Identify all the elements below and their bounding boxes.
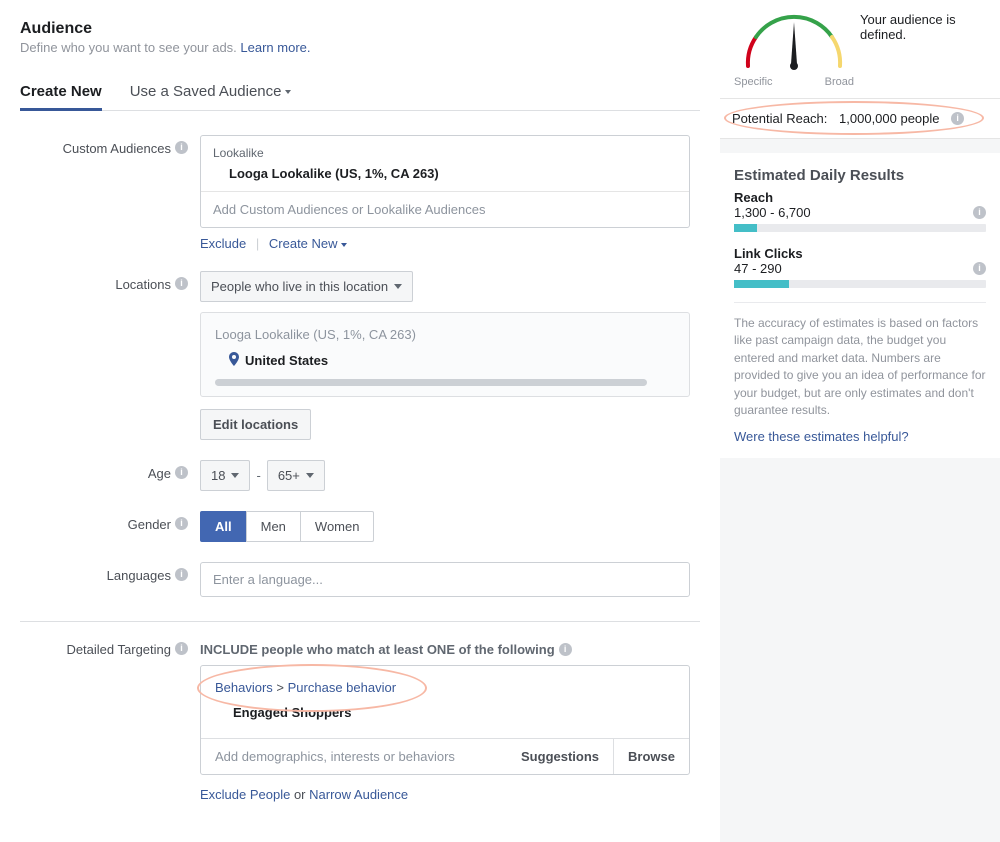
- label-gender: Genderi: [20, 511, 200, 542]
- lookalike-group-label: Lookalike: [213, 146, 677, 160]
- clicks-value: 47 - 290: [734, 261, 782, 276]
- info-icon[interactable]: i: [175, 568, 188, 581]
- label-locations: Locationsi: [20, 271, 200, 440]
- browse-button[interactable]: Browse: [613, 739, 689, 774]
- edr-title: Estimated Daily Results: [734, 167, 986, 184]
- language-input[interactable]: [200, 562, 690, 597]
- locations-box: Looga Lookalike (US, 1%, CA 263) United …: [200, 312, 690, 397]
- info-icon[interactable]: i: [973, 206, 986, 219]
- audience-gauge: [734, 4, 854, 82]
- gender-women[interactable]: Women: [300, 511, 375, 542]
- info-icon[interactable]: i: [175, 517, 188, 530]
- exclude-people-link[interactable]: Exclude People: [200, 787, 290, 802]
- gender-toggle: All Men Women: [200, 511, 690, 542]
- chevron-down-icon: [394, 284, 402, 289]
- reach-value: 1,300 - 6,700: [734, 205, 811, 220]
- audience-defined-text: Your audience is defined.: [860, 12, 986, 42]
- label-custom-audiences: Custom Audiencesi: [20, 135, 200, 251]
- suggestions-button[interactable]: Suggestions: [506, 739, 613, 774]
- estimates-helpful-link[interactable]: Were these estimates helpful?: [734, 429, 986, 444]
- narrow-audience-link[interactable]: Narrow Audience: [309, 787, 408, 802]
- clicks-label: Link Clicks: [734, 246, 986, 261]
- info-icon[interactable]: i: [559, 643, 572, 656]
- side-panel: Specific Broad Your audience is defined.…: [720, 0, 1000, 842]
- potential-reach: Potential Reach: 1,000,000 people i: [720, 99, 1000, 139]
- chevron-down-icon: [231, 473, 239, 478]
- audience-tabs: Create New Use a Saved Audience: [20, 73, 700, 111]
- create-new-link[interactable]: Create New: [269, 236, 347, 251]
- targeting-item[interactable]: Engaged Shoppers: [215, 705, 675, 720]
- clicks-bar: [734, 280, 986, 288]
- info-icon[interactable]: i: [951, 112, 964, 125]
- gender-men[interactable]: Men: [246, 511, 301, 542]
- label-age: Agei: [20, 460, 200, 491]
- estimate-note: The accuracy of estimates is based on fa…: [734, 302, 986, 419]
- chevron-down-icon: [285, 90, 291, 94]
- gender-all[interactable]: All: [200, 511, 247, 542]
- scrollbar-horizontal[interactable]: [215, 379, 647, 386]
- info-icon[interactable]: i: [175, 277, 188, 290]
- info-icon[interactable]: i: [175, 466, 188, 479]
- tab-create-new[interactable]: Create New: [20, 73, 102, 111]
- reach-label: Reach: [734, 190, 986, 205]
- edit-locations-button[interactable]: Edit locations: [200, 409, 311, 440]
- tab-saved-audience[interactable]: Use a Saved Audience: [130, 73, 292, 110]
- label-detailed-targeting: Detailed Targetingi: [20, 642, 200, 802]
- lookalike-item[interactable]: Looga Lookalike (US, 1%, CA 263): [213, 166, 677, 181]
- detailed-targeting-box: Behaviors > Purchase behavior Engaged Sh…: [200, 665, 690, 775]
- custom-audiences-input[interactable]: Add Custom Audiences or Lookalike Audien…: [201, 191, 689, 227]
- targeting-breadcrumb[interactable]: Behaviors > Purchase behavior: [215, 680, 675, 695]
- estimated-daily-results: Estimated Daily Results Reach 1,300 - 6,…: [720, 153, 1000, 458]
- page-title: Audience: [20, 20, 700, 38]
- info-icon[interactable]: i: [175, 642, 188, 655]
- include-heading: INCLUDE people who match at least ONE of…: [200, 642, 690, 657]
- location-group-title: Looga Lookalike (US, 1%, CA 263): [215, 327, 675, 342]
- location-country[interactable]: United States: [215, 352, 675, 369]
- age-max-dropdown[interactable]: 65+: [267, 460, 325, 491]
- audience-header: Audience Define who you want to see your…: [20, 20, 700, 55]
- age-min-dropdown[interactable]: 18: [200, 460, 250, 491]
- targeting-input[interactable]: Add demographics, interests or behaviors: [201, 739, 506, 774]
- location-type-dropdown[interactable]: People who live in this location: [200, 271, 413, 302]
- label-languages: Languagesi: [20, 562, 200, 597]
- chevron-down-icon: [306, 473, 314, 478]
- learn-more-link[interactable]: Learn more.: [240, 40, 310, 55]
- pin-icon: [229, 352, 239, 369]
- reach-bar: [734, 224, 986, 232]
- page-subtitle: Define who you want to see your ads. Lea…: [20, 40, 700, 55]
- chevron-down-icon: [341, 243, 347, 247]
- info-icon[interactable]: i: [175, 141, 188, 154]
- custom-audiences-box: Lookalike Looga Lookalike (US, 1%, CA 26…: [200, 135, 690, 228]
- exclude-link[interactable]: Exclude: [200, 236, 246, 251]
- info-icon[interactable]: i: [973, 262, 986, 275]
